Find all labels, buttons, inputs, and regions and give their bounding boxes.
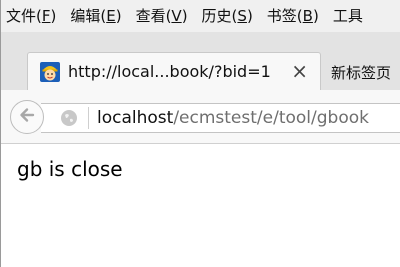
browser-window: 文件(F) 编辑(E) 查看(V) 历史(S) 书签(B) 工具 http://… bbox=[0, 0, 400, 267]
globe-icon[interactable] bbox=[60, 109, 78, 127]
menu-bookmarks[interactable]: 书签(B) bbox=[267, 0, 319, 32]
url-path: /ecmstest/e/tool/gbook bbox=[173, 108, 369, 128]
url-separator bbox=[88, 107, 89, 129]
tab-new[interactable]: 新标签页 bbox=[331, 62, 391, 83]
tab-title: http://local...book/?bid=1 bbox=[68, 62, 271, 81]
page-message: gb is close bbox=[17, 157, 123, 181]
menu-file[interactable]: 文件(F) bbox=[6, 0, 56, 32]
menu-edit[interactable]: 编辑(E) bbox=[70, 0, 121, 32]
url-host: localhost bbox=[97, 108, 174, 128]
menu-tools[interactable]: 工具 bbox=[333, 0, 363, 32]
back-button[interactable] bbox=[10, 100, 44, 134]
smiley-helmet-favicon-icon bbox=[39, 61, 61, 83]
menu-view[interactable]: 查看(V) bbox=[136, 0, 188, 32]
back-arrow-icon bbox=[18, 106, 36, 128]
menu-bar: 文件(F) 编辑(E) 查看(V) 历史(S) 书签(B) 工具 bbox=[1, 0, 400, 32]
url-bar[interactable]: localhost/ecmstest/e/tool/gbook bbox=[41, 103, 400, 133]
tab-active[interactable]: http://local...book/?bid=1 × bbox=[27, 52, 321, 90]
page-content: gb is close bbox=[1, 145, 400, 267]
menu-history[interactable]: 历史(S) bbox=[202, 0, 253, 32]
tab-strip: http://local...book/?bid=1 × 新标签页 bbox=[1, 32, 400, 94]
close-icon[interactable]: × bbox=[291, 59, 308, 83]
navigation-bar: localhost/ecmstest/e/tool/gbook bbox=[1, 90, 400, 144]
